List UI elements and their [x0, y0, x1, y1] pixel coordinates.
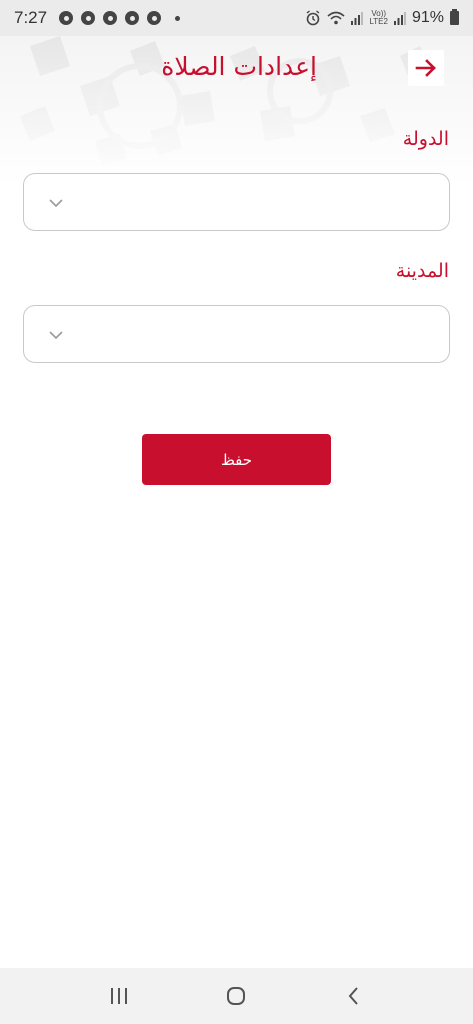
back-icon: [348, 987, 358, 1005]
battery-percent: 91%: [411, 9, 444, 26]
chrome-icon: [81, 11, 96, 25]
app-header: إعدادات الصلاة: [0, 36, 473, 102]
arrow-right-icon: [415, 59, 436, 77]
battery-icon: [450, 9, 459, 25]
back-button[interactable]: [408, 50, 444, 86]
home-icon: [227, 987, 246, 1005]
status-left: 7:27: [14, 8, 181, 28]
chevron-down-icon: [49, 331, 63, 340]
city-label: المدينة: [395, 260, 449, 282]
city-select[interactable]: [23, 305, 450, 363]
signal-icon: [393, 12, 406, 25]
page-title: إعدادات الصلاة: [161, 52, 317, 81]
wifi-icon: [327, 11, 345, 25]
country-select[interactable]: [23, 173, 450, 231]
save-button[interactable]: حفظ: [142, 434, 331, 485]
signal-icon: [351, 12, 364, 25]
status-right: Vo)) LTE2 91%: [305, 9, 459, 27]
status-time: 7:27: [14, 8, 48, 27]
chevron-down-icon: [49, 199, 63, 208]
chrome-icon: [125, 11, 140, 25]
status-bar: 7:27 Vo)) LTE2 91%: [0, 0, 473, 36]
recent-apps-button[interactable]: [99, 976, 139, 1016]
country-label: الدولة: [402, 128, 449, 150]
messenger-icon: [59, 11, 74, 25]
system-nav-bar: [0, 968, 473, 1024]
network-label: LTE2: [369, 17, 388, 26]
chrome-icon: [147, 11, 162, 25]
system-back-button[interactable]: [334, 976, 374, 1016]
alarm-icon: [307, 10, 320, 26]
lte-indicator: Vo)) LTE2: [369, 10, 388, 26]
home-button[interactable]: [216, 976, 256, 1016]
recent-apps-icon: [110, 988, 127, 1004]
more-notifications-dot: [175, 15, 181, 21]
chrome-icon: [103, 11, 118, 25]
